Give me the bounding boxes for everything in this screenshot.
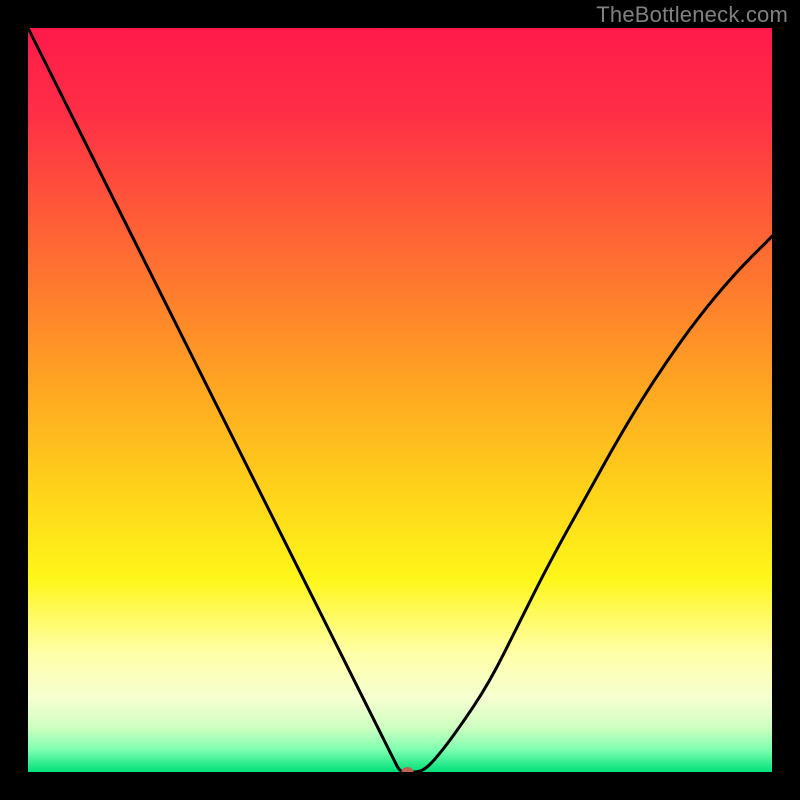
gradient-background xyxy=(28,28,772,772)
chart-svg xyxy=(28,28,772,772)
watermark-text: TheBottleneck.com xyxy=(596,2,788,28)
chart-container: TheBottleneck.com xyxy=(0,0,800,800)
plot-area xyxy=(28,28,772,772)
